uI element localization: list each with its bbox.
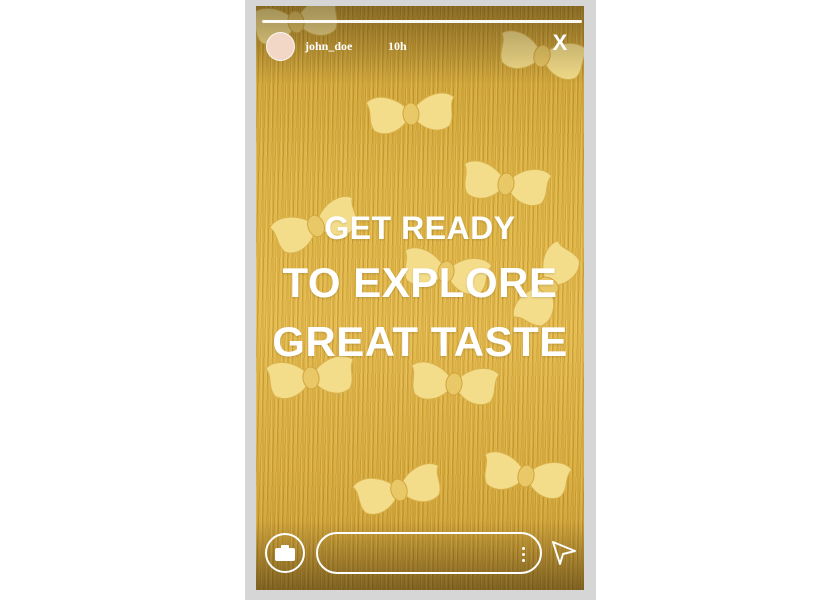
camera-button[interactable] <box>265 533 305 573</box>
headline-line-1: GET READY <box>324 210 516 246</box>
reply-input[interactable] <box>332 544 516 566</box>
story-timestamp: 10h <box>388 39 407 53</box>
send-icon[interactable] <box>550 539 578 567</box>
username[interactable]: john_doe <box>305 39 352 54</box>
close-button[interactable]: X <box>550 32 570 54</box>
headline-line-2: TO EXPLORE <box>282 259 558 306</box>
story-viewer: john_doe 10h X GET READY TO EXPLORE GREA… <box>256 6 584 590</box>
camera-icon <box>275 545 295 561</box>
reply-field[interactable] <box>316 532 542 574</box>
more-vertical-icon[interactable] <box>518 544 528 564</box>
headline-line-3: GREAT TASTE <box>272 318 568 365</box>
avatar[interactable] <box>266 32 295 61</box>
story-progress-bar <box>262 20 582 23</box>
